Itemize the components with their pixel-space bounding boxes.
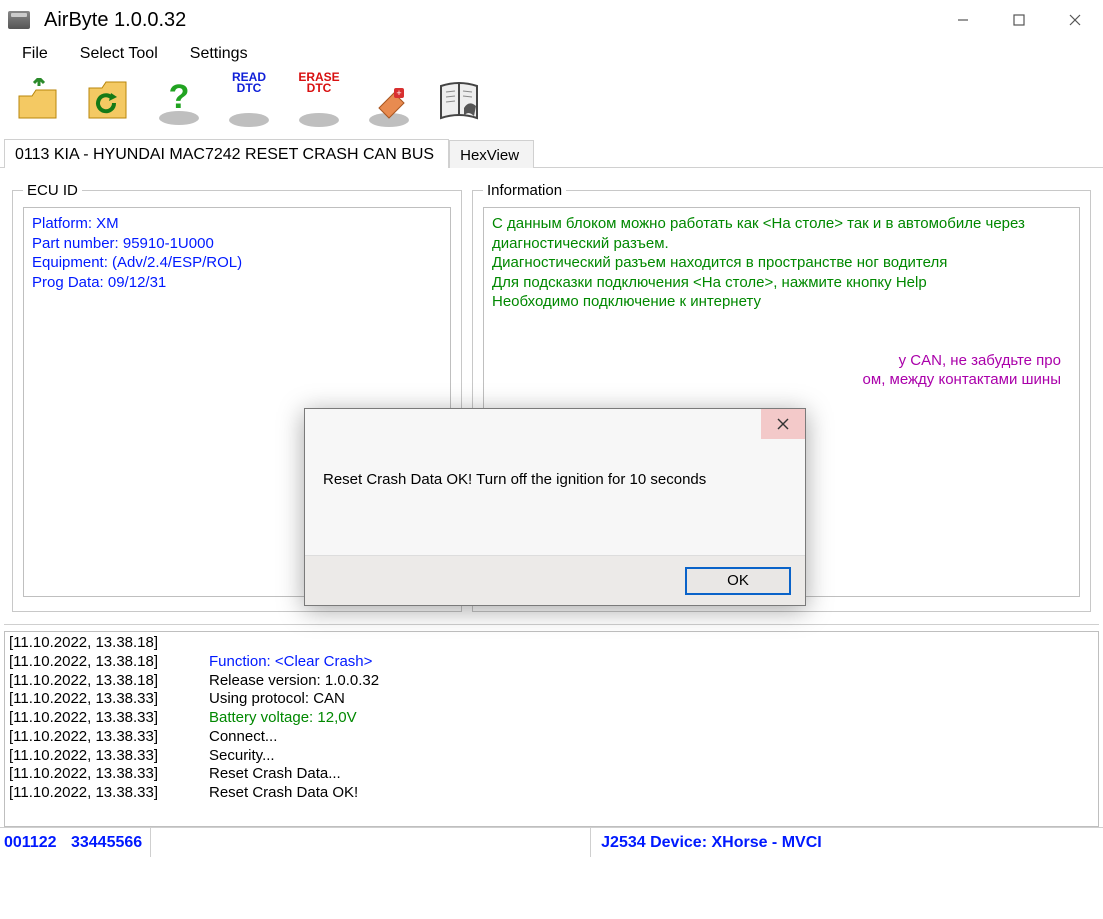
menu-settings[interactable]: Settings [184,43,254,65]
title-bar: AirByte 1.0.0.32 [0,0,1103,40]
app-icon [8,11,30,29]
log-timestamp: [11.10.2022, 13.38.33] [9,690,209,709]
log-box[interactable]: [11.10.2022, 13.38.18][11.10.2022, 13.38… [4,631,1099,827]
info-line: Диагностический разъем находится в прост… [492,253,1071,273]
maximize-button[interactable] [991,0,1047,40]
log-message: Reset Crash Data... [209,765,341,784]
log-line: [11.10.2022, 13.38.33]Reset Crash Data..… [9,765,1094,784]
svg-text:?: ? [169,78,190,116]
ecu-line: Prog Data: 09/12/31 [32,273,442,293]
dialog-message: Reset Crash Data OK! Turn off the igniti… [305,443,805,498]
menu-bar: File Select Tool Settings [0,40,1103,68]
ecu-line: Equipment: (Adv/2.4/ESP/ROL) [32,253,442,273]
erase-dtc-label-bot: DTC [307,81,332,95]
ecu-line: Platform: XM [32,214,442,234]
log-message: Release version: 1.0.0.32 [209,672,379,691]
log-line: [11.10.2022, 13.38.33]Battery voltage: 1… [9,709,1094,728]
dialog-ok-button[interactable]: OK [685,567,791,595]
log-line: [11.10.2022, 13.38.33]Connect... [9,728,1094,747]
reload-folder-button[interactable] [78,72,140,134]
log-timestamp: [11.10.2022, 13.38.33] [9,784,209,803]
info-line: Необходимо подключение к интернету [492,292,1071,312]
toolbar: ? READDTC ERASEDTC + [0,68,1103,138]
svg-text:+: + [396,88,401,98]
erase-dtc-button[interactable]: ERASEDTC [288,72,350,134]
open-folder-button[interactable] [8,72,70,134]
message-dialog: Reset Crash Data OK! Turn off the igniti… [304,408,806,606]
log-line: [11.10.2022, 13.38.18] [9,634,1094,653]
minimize-button[interactable] [935,0,991,40]
menu-select-tool[interactable]: Select Tool [74,43,164,65]
log-line: [11.10.2022, 13.38.18]Function: <Clear C… [9,653,1094,672]
log-message: Function: <Clear Crash> [209,653,372,672]
menu-file[interactable]: File [16,43,54,65]
read-dtc-label-bot: DTC [237,81,262,95]
log-message: Connect... [209,728,277,747]
tab-hexview[interactable]: HexView [449,140,534,168]
read-dtc-button[interactable]: READDTC [218,72,280,134]
ecu-id-legend: ECU ID [23,182,82,199]
log-timestamp: [11.10.2022, 13.38.33] [9,728,209,747]
log-timestamp: [11.10.2022, 13.38.18] [9,653,209,672]
info-line: Для подсказки подключения <На столе>, на… [492,273,1071,293]
manual-button[interactable] [428,72,490,134]
log-line: [11.10.2022, 13.38.33]Security... [9,747,1094,766]
log-message: Battery voltage: 12,0V [209,709,357,728]
tab-main[interactable]: 0113 KIA - HYUNDAI MAC7242 RESET CRASH C… [4,139,449,168]
help-button[interactable]: ? [148,72,210,134]
log-timestamp: [11.10.2022, 13.38.18] [9,672,209,691]
status-code-1: 001122 [4,834,57,851]
log-timestamp: [11.10.2022, 13.38.33] [9,709,209,728]
log-timestamp: [11.10.2022, 13.38.33] [9,747,209,766]
ecu-line: Part number: 95910-1U000 [32,234,442,254]
status-device: J2534 Device: XHorse - MVCI [590,828,832,857]
log-message: Security... [209,747,275,766]
status-left: 001122 33445566 [0,834,142,852]
information-legend: Information [483,182,566,199]
close-button[interactable] [1047,0,1103,40]
log-timestamp: [11.10.2022, 13.38.18] [9,634,209,653]
log-line: [11.10.2022, 13.38.33]Reset Crash Data O… [9,784,1094,803]
info-line: С данным блоком можно работать как <На с… [492,214,1071,253]
log-line: [11.10.2022, 13.38.18]Release version: 1… [9,672,1094,691]
status-bar: 001122 33445566 J2534 Device: XHorse - M… [0,827,1103,857]
log-message: Using protocol: CAN [209,690,345,709]
info-line: ом, между контактами шины [492,370,1071,390]
dialog-close-button[interactable] [761,409,805,439]
log-line: [11.10.2022, 13.38.33]Using protocol: CA… [9,690,1094,709]
log-timestamp: [11.10.2022, 13.38.33] [9,765,209,784]
tab-strip: 0113 KIA - HYUNDAI MAC7242 RESET CRASH C… [0,138,1103,168]
log-message: Reset Crash Data OK! [209,784,358,803]
eraser-button[interactable]: + [358,72,420,134]
status-code-2: 33445566 [71,834,142,851]
window-title: AirByte 1.0.0.32 [44,9,186,32]
info-line: у CAN, не забудьте про [492,351,1071,371]
